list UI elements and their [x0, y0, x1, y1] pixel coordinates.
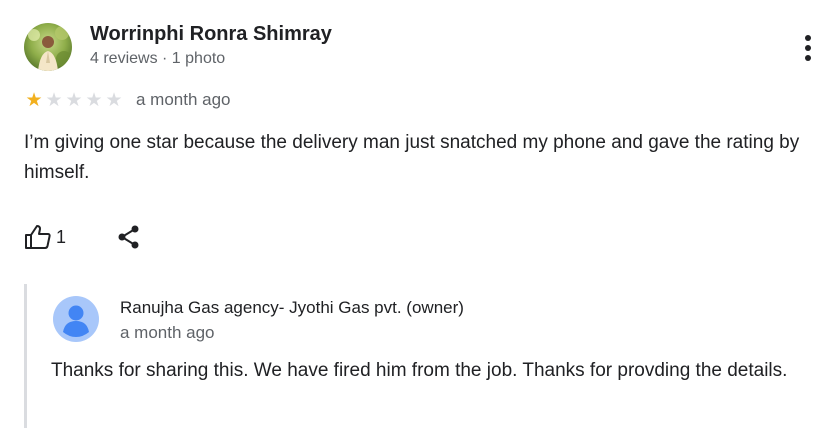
star-empty-icon: ★ [105, 88, 123, 111]
review-time: a month ago [136, 90, 231, 109]
review-card: Worrinphi Ronra Shimray 4 reviews · 1 ph… [0, 0, 828, 440]
star-empty-icon: ★ [85, 88, 103, 111]
share-button[interactable] [116, 224, 142, 250]
person-avatar-icon [53, 296, 99, 342]
reviewer-meta: 4 reviews · 1 photo [90, 50, 226, 67]
owner-name: Ranujha Gas agency- Jyothi Gas pvt. (own… [120, 298, 464, 317]
reviewer-name[interactable]: Worrinphi Ronra Shimray [90, 23, 332, 46]
rating-row: ★ ★ ★ ★ ★ a month ago [24, 88, 231, 111]
review-text: I’m giving one star because the delivery… [24, 132, 800, 183]
thumbs-up-icon [25, 225, 51, 249]
star-empty-icon: ★ [65, 88, 83, 111]
owner-reply-text: Thanks for sharing this. We have fired h… [51, 360, 788, 381]
review-actions: 1 [24, 222, 142, 252]
star-rating: ★ ★ ★ ★ ★ [24, 88, 124, 111]
owner-reply: Ranujha Gas agency- Jyothi Gas pvt. (own… [24, 284, 817, 428]
reviewer-avatar[interactable] [24, 23, 72, 71]
star-empty-icon: ★ [45, 88, 63, 111]
like-count: 1 [56, 226, 67, 247]
owner-reply-time: a month ago [120, 323, 215, 342]
more-options-button[interactable] [796, 30, 820, 66]
more-vert-icon [805, 35, 811, 61]
star-filled-icon: ★ [25, 88, 43, 111]
share-icon [118, 225, 139, 249]
like-button[interactable]: 1 [24, 224, 66, 250]
